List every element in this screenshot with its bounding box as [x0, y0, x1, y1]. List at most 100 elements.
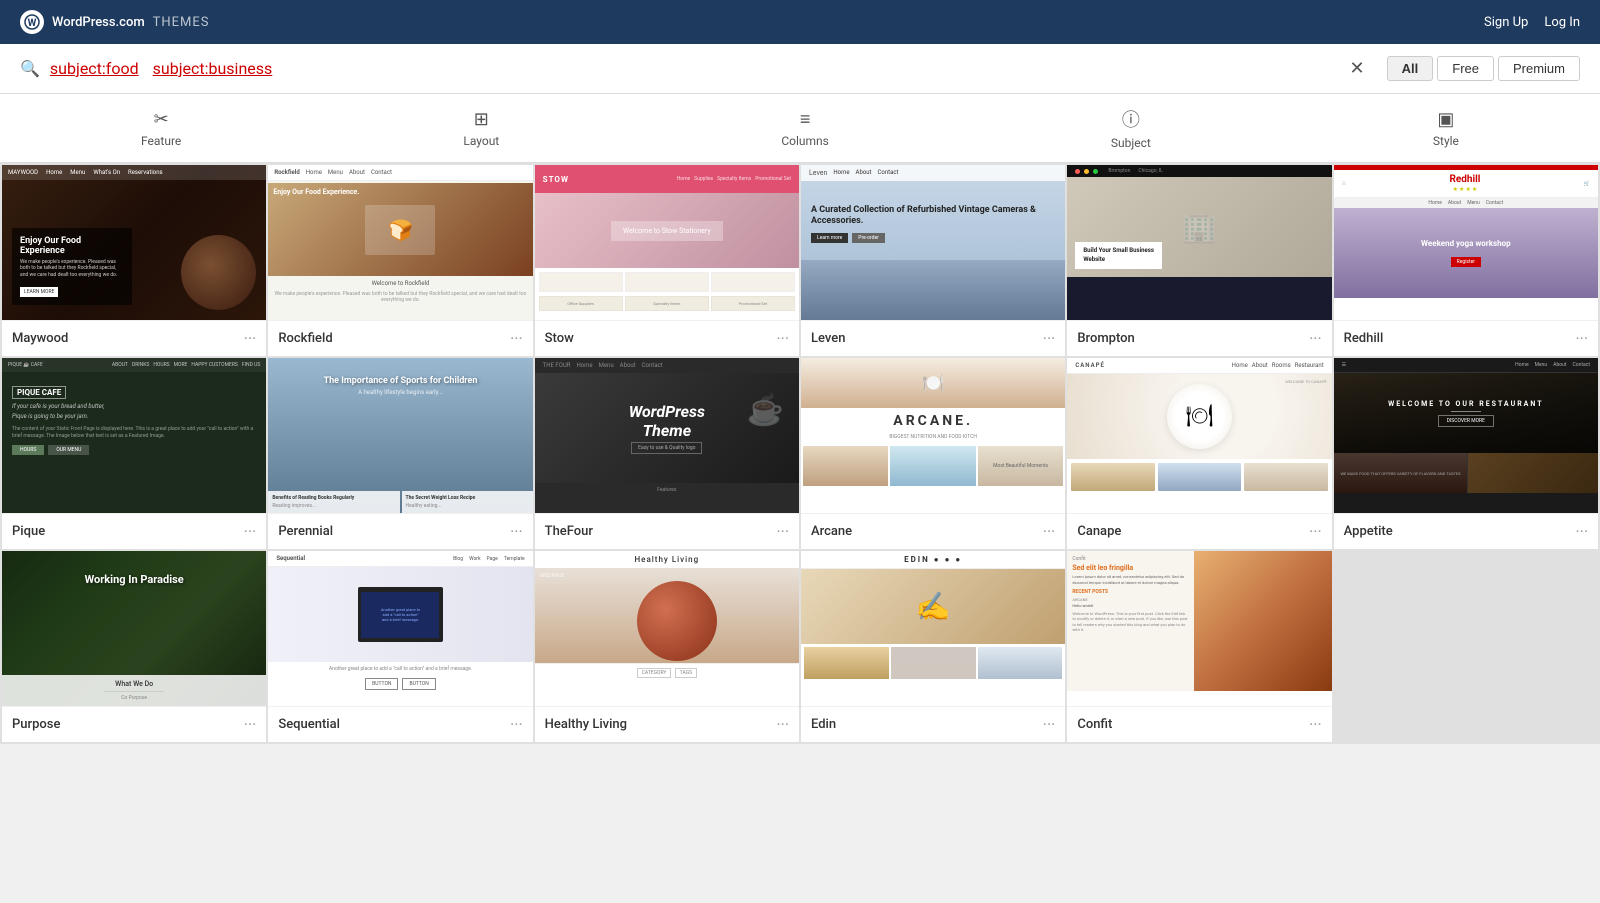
theme-name-leven: Leven	[811, 331, 845, 346]
theme-preview-healthyliving: Healthy Living GRID PAGE CATEGORY TAGS	[535, 551, 799, 706]
theme-footer-brompton: Brompton ···	[1067, 320, 1331, 356]
theme-card-rockfield[interactable]: RockfieldHomeMenuAboutContact 🍞 Enjoy Ou…	[268, 165, 532, 356]
theme-footer-healthyliving: Healthy Living ···	[535, 706, 799, 742]
columns-label: Columns	[781, 134, 829, 148]
theme-footer-maywood: Maywood ···	[2, 320, 266, 356]
theme-card-edin[interactable]: EDIN ● ● ● ✍ Edin ···	[801, 551, 1065, 742]
theme-name-thefour: TheFour	[545, 524, 593, 539]
theme-name-canape: Canape	[1077, 524, 1121, 539]
theme-more-perennial[interactable]: ···	[510, 522, 523, 541]
theme-more-maywood[interactable]: ···	[244, 329, 257, 348]
theme-card-stow[interactable]: STOW HomeSuppliesSpecialty ItemsPromotio…	[535, 165, 799, 356]
search-input[interactable]	[282, 60, 1339, 78]
wordpress-dot-com-label: WordPress.com	[52, 15, 145, 30]
subject-label: Subject	[1111, 136, 1151, 150]
theme-preview-arcane: 🍽️ ARCANE. BIGGEST NUTRITION AND FOOD KI…	[801, 358, 1065, 513]
theme-card-appetite[interactable]: ☰HomeMenuAboutContact WELCOME TO OUR RES…	[1334, 358, 1598, 549]
theme-footer-redhill: Redhill ···	[1334, 320, 1598, 356]
theme-more-confit[interactable]: ···	[1309, 715, 1322, 734]
filter-all-button[interactable]: All	[1387, 56, 1434, 81]
feature-icon: ✂	[154, 109, 169, 130]
theme-name-stow: Stow	[545, 331, 574, 346]
theme-preview-sequential: Sequential BlogWorkPageTemplate Another …	[268, 551, 532, 706]
theme-card-redhill[interactable]: ☰ Redhill ★★★★ 🛒 HomeAboutMenuContact We…	[1334, 165, 1598, 356]
theme-footer-thefour: TheFour ···	[535, 513, 799, 549]
theme-preview-thefour: THE FOURHomeMenuAboutContact WordPressTh…	[535, 358, 799, 513]
filter-tab-feature[interactable]: ✂ Feature	[101, 105, 221, 152]
layout-icon: ⊞	[474, 109, 489, 130]
theme-more-healthyliving[interactable]: ···	[776, 715, 789, 734]
theme-more-thefour[interactable]: ···	[776, 522, 789, 541]
filter-free-button[interactable]: Free	[1437, 56, 1494, 81]
filter-tab-columns[interactable]: ≡ Columns	[741, 105, 869, 152]
theme-card-confit[interactable]: Confit Sed elit leo fringilla Lorem ipsu…	[1067, 551, 1331, 742]
theme-name-maywood: Maywood	[12, 331, 68, 346]
theme-footer-arcane: Arcane ···	[801, 513, 1065, 549]
theme-preview-perennial: The Importance of Sports for Children A …	[268, 358, 532, 513]
theme-footer-pique: Pique ···	[2, 513, 266, 549]
theme-more-sequential[interactable]: ···	[510, 715, 523, 734]
theme-card-pique[interactable]: PIQUE ☕ CAFE ABOUTDRINKSHOURSMOREHAPPY C…	[2, 358, 266, 549]
theme-name-arcane: Arcane	[811, 524, 852, 539]
filter-tab-layout[interactable]: ⊞ Layout	[423, 105, 539, 152]
theme-more-arcane[interactable]: ···	[1043, 522, 1056, 541]
theme-more-redhill[interactable]: ···	[1575, 329, 1588, 348]
theme-footer-edin: Edin ···	[801, 706, 1065, 742]
theme-card-thefour[interactable]: THE FOURHomeMenuAboutContact WordPressTh…	[535, 358, 799, 549]
theme-card-purpose[interactable]: Working In Paradise What We Do Co Purpos…	[2, 551, 266, 742]
search-tag-2: subject:business	[153, 59, 273, 78]
style-icon: ▣	[1437, 109, 1454, 130]
login-link[interactable]: Log In	[1544, 15, 1580, 30]
theme-card-sequential[interactable]: Sequential BlogWorkPageTemplate Another …	[268, 551, 532, 742]
clear-search-button[interactable]: ✕	[1350, 58, 1365, 79]
signup-link[interactable]: Sign Up	[1484, 15, 1528, 30]
theme-card-brompton[interactable]: Brompton Chicago, IL 🏢 Build Your Small …	[1067, 165, 1331, 356]
theme-name-rockfield: Rockfield	[278, 331, 332, 346]
theme-footer-sequential: Sequential ···	[268, 706, 532, 742]
filter-premium-button[interactable]: Premium	[1498, 56, 1580, 81]
theme-name-sequential: Sequential	[278, 717, 340, 732]
feature-label: Feature	[141, 134, 181, 148]
theme-more-appetite[interactable]: ···	[1575, 522, 1588, 541]
style-label: Style	[1433, 134, 1459, 148]
theme-more-stow[interactable]: ···	[776, 329, 789, 348]
theme-footer-rockfield: Rockfield ···	[268, 320, 532, 356]
theme-card-arcane[interactable]: 🍽️ ARCANE. BIGGEST NUTRITION AND FOOD KI…	[801, 358, 1065, 549]
wordpress-logo: W	[20, 10, 44, 34]
theme-card-maywood[interactable]: MAYWOODHomeMenuWhat's OnReservations Enj…	[2, 165, 266, 356]
theme-card-canape[interactable]: CANAPÉ HomeAboutRoomsRestaurant 🍽 WELCOM…	[1067, 358, 1331, 549]
theme-more-pique[interactable]: ···	[244, 522, 257, 541]
theme-preview-redhill: ☰ Redhill ★★★★ 🛒 HomeAboutMenuContact We…	[1334, 165, 1598, 320]
theme-more-edin[interactable]: ···	[1043, 715, 1056, 734]
theme-card-healthyliving[interactable]: Healthy Living GRID PAGE CATEGORY TAGS H…	[535, 551, 799, 742]
theme-name-brompton: Brompton	[1077, 331, 1134, 346]
theme-footer-stow: Stow ···	[535, 320, 799, 356]
theme-footer-leven: Leven ···	[801, 320, 1065, 356]
search-tags: subject:food subject:business	[50, 59, 272, 78]
theme-footer-appetite: Appetite ···	[1334, 513, 1598, 549]
theme-preview-edin: EDIN ● ● ● ✍	[801, 551, 1065, 706]
filter-tab-style[interactable]: ▣ Style	[1393, 105, 1499, 152]
theme-footer-purpose: Purpose ···	[2, 706, 266, 742]
brand-area: W WordPress.com THEMES	[20, 10, 210, 34]
theme-more-leven[interactable]: ···	[1043, 329, 1056, 348]
theme-name-edin: Edin	[811, 717, 836, 732]
filter-tab-subject[interactable]: ⓘ Subject	[1071, 102, 1191, 154]
theme-more-purpose[interactable]: ···	[244, 715, 257, 734]
theme-name-confit: Confit	[1077, 717, 1112, 732]
theme-name-redhill: Redhill	[1344, 331, 1384, 346]
theme-more-canape[interactable]: ···	[1309, 522, 1322, 541]
theme-footer-canape: Canape ···	[1067, 513, 1331, 549]
subject-icon: ⓘ	[1122, 106, 1140, 132]
svg-text:W: W	[28, 18, 37, 29]
theme-more-brompton[interactable]: ···	[1309, 329, 1322, 348]
theme-card-leven[interactable]: LevenHomeAboutContact A Curated Collecti…	[801, 165, 1065, 356]
theme-name-perennial: Perennial	[278, 524, 333, 539]
theme-more-rockfield[interactable]: ···	[510, 329, 523, 348]
search-tag-1: subject:food	[50, 59, 139, 78]
theme-name-healthyliving: Healthy Living	[545, 717, 627, 732]
theme-name-appetite: Appetite	[1344, 524, 1393, 539]
theme-preview-appetite: ☰HomeMenuAboutContact WELCOME TO OUR RES…	[1334, 358, 1598, 513]
theme-card-perennial[interactable]: The Importance of Sports for Children A …	[268, 358, 532, 549]
search-bar: 🔍 subject:food subject:business ✕ All Fr…	[0, 44, 1600, 94]
